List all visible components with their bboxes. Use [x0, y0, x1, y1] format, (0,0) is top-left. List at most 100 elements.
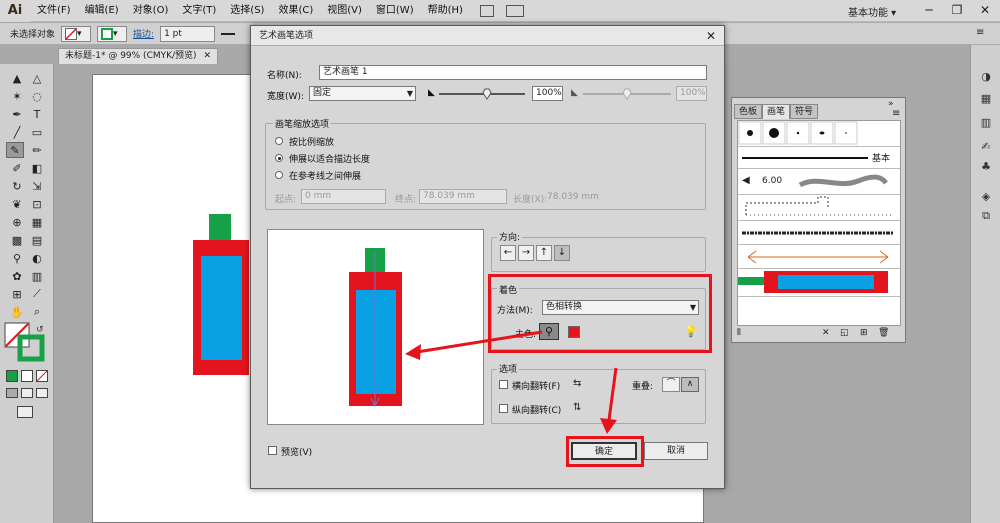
brush-row-arrow[interactable]: [738, 245, 900, 269]
options-icon[interactable]: ◱: [840, 328, 849, 338]
brush-row-charcoal[interactable]: [738, 221, 900, 245]
artwork-bottle[interactable]: [191, 212, 251, 377]
mesh-tool-icon[interactable]: ▩: [8, 232, 26, 248]
draw-normal-icon[interactable]: [6, 388, 18, 398]
symbols-panel-icon[interactable]: ♣: [978, 159, 994, 173]
brushes-panel-icon[interactable]: ✍: [978, 139, 994, 153]
zoom-tool-icon[interactable]: ⌕: [28, 304, 46, 320]
eraser-tool-icon[interactable]: ◧: [28, 160, 46, 176]
minimize-button[interactable]: ─: [915, 0, 943, 20]
stroke-weight-field[interactable]: 1 pt: [160, 25, 216, 42]
dialog-close-icon[interactable]: ✕: [706, 28, 716, 44]
preview-checkbox[interactable]: [268, 446, 277, 455]
tab-symbols[interactable]: 符号: [790, 104, 819, 119]
draw-behind-icon[interactable]: [21, 388, 33, 398]
width-percent-input[interactable]: 100%: [532, 86, 563, 101]
color-mode-icon[interactable]: [6, 370, 18, 382]
type-tool-icon[interactable]: T: [28, 106, 46, 122]
stroke-swatch[interactable]: ▾: [97, 25, 128, 42]
menu-object[interactable]: 对象(O): [126, 0, 176, 22]
stroke-label[interactable]: 描边:: [133, 27, 154, 40]
hand-tool-icon[interactable]: ✋: [8, 304, 26, 320]
pen-tool-icon[interactable]: ✒: [8, 106, 26, 122]
color-guide-icon[interactable]: ▦: [978, 91, 994, 105]
scale-proportional-radio[interactable]: [275, 137, 283, 145]
calligraphic-brush-swatches[interactable]: [738, 121, 898, 147]
screen-mode-icon[interactable]: [17, 406, 33, 418]
brush-row-bristle[interactable]: ◀ 6.00: [738, 169, 900, 195]
stretch-to-fit-radio[interactable]: [275, 154, 283, 162]
new-brush-icon[interactable]: ⊞: [860, 328, 868, 338]
remove-stroke-icon[interactable]: ✕: [822, 328, 830, 338]
brush-libraries-icon[interactable]: ⫴: [737, 328, 741, 338]
rectangle-tool-icon[interactable]: ▭: [28, 124, 46, 140]
menu-window[interactable]: 窗口(W): [369, 0, 421, 22]
brush-row-pattern[interactable]: [738, 195, 900, 221]
brush-row-calligraphic[interactable]: [738, 121, 900, 147]
menu-edit[interactable]: 编辑(E): [78, 0, 126, 22]
paintbrush-tool-icon[interactable]: ✎: [6, 142, 24, 158]
workspace-switcher[interactable]: 基本功能 ▾: [848, 4, 896, 19]
line-tool-icon[interactable]: ╱: [8, 124, 26, 140]
menu-effect[interactable]: 效果(C): [271, 0, 320, 22]
direction-left-button[interactable]: ←: [500, 245, 516, 261]
shape-builder-tool-icon[interactable]: ⊕: [8, 214, 26, 230]
slice-tool-icon[interactable]: ⟋: [28, 286, 46, 302]
tab-brushes[interactable]: 画笔: [762, 104, 791, 119]
magic-wand-tool-icon[interactable]: ✶: [8, 88, 26, 104]
selection-tool-icon[interactable]: ▲: [8, 70, 26, 86]
direct-selection-tool-icon[interactable]: △: [28, 70, 46, 86]
delete-brush-icon[interactable]: 🗑: [878, 328, 889, 338]
direction-up-button[interactable]: ↑: [536, 245, 552, 261]
stretch-between-guides-radio[interactable]: [275, 171, 283, 179]
width-select[interactable]: 固定 ▼: [309, 86, 416, 101]
close-window-button[interactable]: ✕: [971, 0, 999, 20]
color-panel-icon[interactable]: ◑: [978, 69, 994, 83]
blend-tool-icon[interactable]: ◐: [28, 250, 46, 266]
maximize-button[interactable]: ❐: [943, 0, 971, 20]
direction-right-button[interactable]: →: [518, 245, 534, 261]
arrange-docs-icon[interactable]: [505, 4, 524, 17]
swap-icon[interactable]: ↺: [36, 325, 44, 335]
none-mode-icon[interactable]: [36, 370, 48, 382]
pencil-tool-icon[interactable]: ✏: [28, 142, 46, 158]
fill-swatch[interactable]: ▾: [61, 25, 92, 42]
layers-panel-icon[interactable]: ◈: [978, 189, 994, 203]
bridge-icon[interactable]: [479, 4, 494, 17]
panel-menu-icon[interactable]: ≡: [976, 27, 984, 38]
brush-row-art-brush-1[interactable]: [738, 269, 900, 297]
menu-help[interactable]: 帮助(H): [421, 0, 470, 22]
menu-view[interactable]: 视图(V): [320, 0, 369, 22]
blob-brush-tool-icon[interactable]: ✐: [8, 160, 26, 176]
brushes-panel-menu-icon[interactable]: ≡: [892, 108, 900, 119]
width-slider[interactable]: [439, 88, 527, 100]
artboards-panel-icon[interactable]: ⧉: [978, 209, 994, 223]
overlap-adjust-corners-button[interactable]: ⌒: [662, 377, 680, 392]
document-tab-close[interactable]: ✕: [203, 51, 211, 61]
overlap-none-button[interactable]: ∧: [681, 377, 699, 392]
lasso-tool-icon[interactable]: ◌: [28, 88, 46, 104]
scale-tool-icon[interactable]: ⇲: [28, 178, 46, 194]
artboard-tool-icon[interactable]: ⊞: [8, 286, 26, 302]
document-tab[interactable]: 未标题-1* @ 99% (CMYK/预览) ✕: [58, 48, 218, 64]
name-input[interactable]: 艺术画笔 1: [319, 65, 707, 80]
menu-file[interactable]: 文件(F): [30, 0, 78, 22]
perspective-grid-tool-icon[interactable]: ▦: [28, 214, 46, 230]
eyedropper-tool-icon[interactable]: ⚲: [8, 250, 26, 266]
gradient-mode-icon[interactable]: [21, 370, 33, 382]
swatches-panel-icon[interactable]: ▥: [978, 115, 994, 129]
menu-type[interactable]: 文字(T): [175, 0, 223, 22]
menu-select[interactable]: 选择(S): [223, 0, 271, 22]
tab-swatches[interactable]: 色板: [734, 104, 763, 119]
width-slider-thumb[interactable]: [482, 88, 492, 100]
brush-row-basic[interactable]: 基本: [738, 147, 900, 169]
column-graph-tool-icon[interactable]: ▥: [28, 268, 46, 284]
free-transform-tool-icon[interactable]: ⊡: [28, 196, 46, 212]
gradient-tool-icon[interactable]: ▤: [28, 232, 46, 248]
warp-tool-icon[interactable]: ❦: [8, 196, 26, 212]
symbol-sprayer-tool-icon[interactable]: ✿: [8, 268, 26, 284]
direction-down-button[interactable]: ↓: [554, 245, 570, 261]
fill-stroke-selector[interactable]: ↺: [4, 322, 48, 362]
rotate-tool-icon[interactable]: ↻: [8, 178, 26, 194]
draw-inside-icon[interactable]: [36, 388, 48, 398]
